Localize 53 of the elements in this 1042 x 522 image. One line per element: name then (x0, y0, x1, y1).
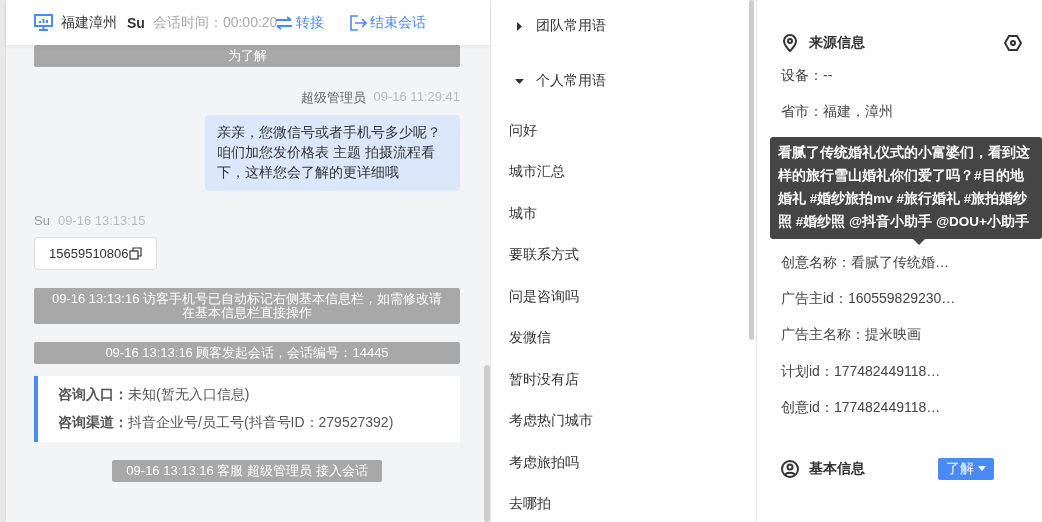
caret-down-icon (515, 76, 524, 86)
system-message: 09-16 13:13:16 访客手机号已自动标记右侧基本信息栏，如需修改请在基本信息栏直接操作 (34, 288, 460, 324)
exit-icon (350, 14, 368, 31)
caret-right-icon (515, 21, 524, 31)
group-title: 个人常用语 (536, 72, 606, 90)
phrase-group-header[interactable]: 团队常用语 (509, 0, 738, 52)
phrase-item[interactable]: 考虑热门城市 (509, 400, 738, 442)
copy-icon[interactable] (128, 247, 142, 260)
section-title: 来源信息 (809, 34, 865, 52)
info-row-text: 设备：-- (781, 66, 834, 86)
swap-icon (275, 15, 294, 30)
visitor-name: Su (127, 14, 145, 31)
phrase-item[interactable]: 要联系方式 (509, 234, 738, 276)
user-circle-icon (781, 460, 799, 479)
message-time: 09-16 11:29:41 (373, 89, 460, 106)
info-row-text: 广告主名称：提米映画 (781, 325, 922, 345)
message-bubble: 亲亲，您微信号或者手机号多少呢？咱们加您发价格表 主题 拍摄流程看下，这样您会了解的更详细哦 (205, 115, 460, 191)
visitor-location: 福建漳州 (61, 13, 117, 32)
phrase-item[interactable]: 城市汇总 (509, 151, 738, 193)
end-session-link[interactable]: 结束会话 (350, 13, 427, 32)
session-duration: 会话时间：00:00:20 (152, 13, 278, 32)
system-message: 09-16 13:13:16 顾客发起会话，会话编号：14445 (34, 342, 460, 364)
sender-name: Su (34, 213, 50, 228)
info-row-text: 创意id：177482449118… (781, 397, 942, 417)
caret-down-icon (978, 466, 986, 473)
info-row-text: 广告主id：160559829230… (781, 289, 957, 309)
system-message: 为了解 (34, 45, 460, 67)
phrase-item[interactable]: 暂时没有店 (509, 359, 738, 401)
phrase-item[interactable]: 发微信 (509, 317, 738, 359)
settings-icon[interactable] (1004, 34, 1022, 52)
section-title: 基本信息 (809, 460, 865, 479)
phrase-item[interactable]: 考虑旅拍吗 (509, 442, 738, 484)
info-row-text: 计划id：177482449118… (781, 361, 942, 381)
message-time: 09-16 13:13:15 (57, 213, 146, 228)
phrase-item[interactable]: 城市 (509, 193, 738, 235)
tooltip: 看腻了传统婚礼仪式的小富婆们，看到这样的旅行雪山婚礼你们爱了吗？#目的地婚礼 #婚纱旅拍mv #旅行婚礼 #旅拍婚纱照 #婚纱照 @抖音小助手 @DOU+小助手 (770, 136, 1042, 239)
location-pin-icon (781, 34, 799, 52)
message-bubble: 15659510806 (34, 237, 157, 270)
scrollbar[interactable] (484, 365, 490, 522)
group-title: 团队常用语 (536, 17, 606, 35)
info-line: 咨询入口：未知(暂无入口信息) (58, 386, 251, 404)
phrase-item[interactable]: 问好 (509, 110, 738, 152)
phrase-item[interactable]: 去哪拍 (509, 483, 738, 522)
info-line: 咨询渠道：抖音企业号/员工号(抖音号ID：279527392) (58, 414, 395, 432)
tooltip-arrow (913, 238, 925, 245)
system-message: 09-16 13:13:16 客服 超级管理员 接入会话 (112, 460, 382, 482)
phrase-item[interactable]: 问是咨询吗 (509, 276, 738, 318)
scrollbar[interactable] (749, 0, 754, 340)
monitor-icon (34, 14, 53, 31)
info-row-text: 省市：福建，漳州 (781, 102, 894, 122)
phrase-group-header[interactable]: 个人常用语 (509, 52, 738, 110)
sender-name: 超级管理员 (300, 89, 366, 107)
info-row-text: 创意名称：看腻了传统婚… (781, 252, 950, 272)
